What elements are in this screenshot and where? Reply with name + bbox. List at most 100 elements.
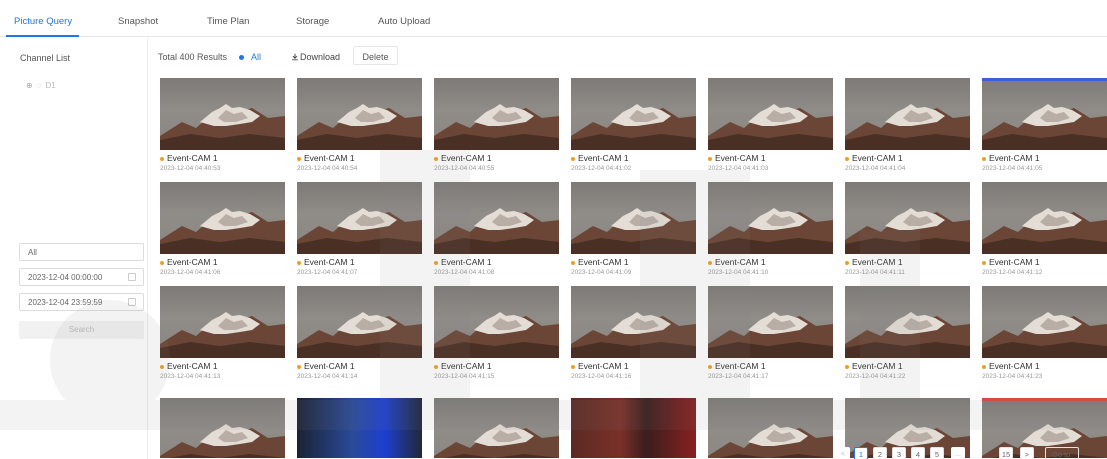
picture-thumbnail[interactable]: [297, 182, 422, 254]
picture-thumbnail[interactable]: [571, 182, 696, 254]
picture-thumbnail[interactable]: [160, 78, 285, 150]
picture-card[interactable]: Event-CAM 1 2023-12-04 04:41:15: [434, 286, 559, 386]
picture-card[interactable]: Event-CAM 1 2023-12-04 04:41:07: [297, 182, 422, 282]
picture-thumbnail[interactable]: [297, 398, 422, 458]
picture-card[interactable]: Event-CAM 1 2023-12-04 04:41:11: [845, 182, 970, 282]
picture-card[interactable]: Event-CAM 1 2023-12-04 04:41:09: [571, 182, 696, 282]
search-button[interactable]: Search: [19, 321, 144, 339]
picture-card[interactable]: Event-CAM 1 2023-12-04 04:41:04: [845, 78, 970, 178]
picture-card[interactable]: [297, 398, 422, 458]
picture-card[interactable]: Event-CAM 1 2023-12-04 04:41:22: [845, 286, 970, 386]
picture-thumbnail[interactable]: [434, 78, 559, 150]
mountain-scene-icon: [982, 208, 1107, 254]
picture-thumbnail[interactable]: [708, 286, 833, 358]
prev-page-button[interactable]: <: [836, 447, 850, 459]
picture-card[interactable]: Event-CAM 1 2023-12-04 04:41:05: [982, 78, 1107, 178]
picture-card[interactable]: [571, 398, 696, 458]
picture-event-text: Event-CAM 1: [167, 257, 218, 267]
mountain-scene-icon: [845, 104, 970, 150]
picture-thumbnail[interactable]: [571, 286, 696, 358]
picture-thumbnail[interactable]: [708, 78, 833, 150]
tab-auto-upload[interactable]: Auto Upload: [378, 16, 430, 27]
tab-time-plan[interactable]: Time Plan: [207, 16, 249, 27]
picture-thumbnail[interactable]: [708, 182, 833, 254]
picture-card[interactable]: Event-CAM 1 2023-12-04 04:40:53: [160, 78, 285, 178]
picture-event-text: Event-CAM 1: [441, 153, 492, 163]
end-time-value: 2023-12-04 23:59:59: [28, 298, 103, 307]
top-tab-bar: Picture Query Snapshot Time Plan Storage…: [0, 0, 1107, 37]
event-dot-icon: [434, 156, 438, 161]
event-dot-icon: [708, 364, 712, 369]
channel-tree-label: D1: [45, 81, 56, 90]
picture-card[interactable]: Event-CAM 1 2023-12-04 04:40:55: [434, 78, 559, 178]
picture-card[interactable]: [160, 398, 285, 458]
picture-card[interactable]: Event-CAM 1 2023-12-04 04:41:13: [160, 286, 285, 386]
picture-thumbnail[interactable]: [982, 78, 1107, 150]
end-time-input[interactable]: 2023-12-04 23:59:59: [19, 293, 144, 311]
page-5-button[interactable]: 5: [930, 447, 944, 459]
picture-card[interactable]: Event-CAM 1 2023-12-04 04:41:10: [708, 182, 833, 282]
page-2-button[interactable]: 2: [873, 447, 887, 459]
picture-card[interactable]: Event-CAM 1 2023-12-04 04:41:23: [982, 286, 1107, 386]
picture-card[interactable]: Event-CAM 1 2023-12-04 04:41:03: [708, 78, 833, 178]
next-page-button[interactable]: >: [1020, 447, 1034, 459]
picture-thumbnail[interactable]: [434, 182, 559, 254]
picture-thumbnail[interactable]: [434, 398, 559, 458]
expand-icon[interactable]: ⊕: [26, 81, 33, 90]
picture-event-label: Event-CAM 1: [434, 257, 492, 267]
picture-thumbnail[interactable]: [845, 286, 970, 358]
picture-event-label: Event-CAM 1: [571, 257, 629, 267]
picture-thumbnail[interactable]: [982, 286, 1107, 358]
picture-card[interactable]: Event-CAM 1 2023-12-04 04:41:08: [434, 182, 559, 282]
picture-thumbnail[interactable]: [571, 398, 696, 458]
page-1-button[interactable]: 1: [854, 447, 868, 459]
picture-timestamp: 2023-12-04 04:41:12: [982, 269, 1043, 276]
tab-picture-query[interactable]: Picture Query: [14, 16, 72, 27]
picture-event-label: Event-CAM 1: [297, 257, 355, 267]
calendar-icon[interactable]: [128, 298, 136, 306]
filter-all-radio[interactable]: All: [239, 52, 261, 62]
picture-thumbnail[interactable]: [297, 286, 422, 358]
tab-snapshot[interactable]: Snapshot: [118, 16, 158, 27]
page-3-button[interactable]: 3: [892, 447, 906, 459]
start-time-input[interactable]: 2023-12-04 00:00:00: [19, 268, 144, 286]
picture-thumbnail[interactable]: [297, 78, 422, 150]
picture-card[interactable]: Event-CAM 1 2023-12-04 04:41:02: [571, 78, 696, 178]
picture-thumbnail[interactable]: [571, 78, 696, 150]
picture-card[interactable]: Event-CAM 1 2023-12-04 04:41:17: [708, 286, 833, 386]
mountain-scene-icon: [434, 312, 559, 358]
calendar-icon[interactable]: [128, 273, 136, 281]
page-last-button[interactable]: 15: [999, 447, 1013, 459]
channel-tree-item[interactable]: ⊕ ◌ D1: [26, 81, 56, 90]
event-dot-icon: [845, 364, 849, 369]
picture-thumbnail[interactable]: [160, 398, 285, 458]
delete-button[interactable]: Delete: [353, 46, 398, 65]
picture-card[interactable]: Event-CAM 1 2023-12-04 04:41:14: [297, 286, 422, 386]
picture-card[interactable]: Event-CAM 1 2023-12-04 04:40:54: [297, 78, 422, 178]
picture-card[interactable]: Event-CAM 1 2023-12-04 04:41:12: [982, 182, 1107, 282]
picture-timestamp: 2023-12-04 04:40:55: [434, 165, 495, 172]
mountain-scene-icon: [434, 104, 559, 150]
picture-card[interactable]: [434, 398, 559, 458]
event-dot-icon: [160, 156, 164, 161]
picture-card[interactable]: [708, 398, 833, 458]
picture-thumbnail[interactable]: [845, 182, 970, 254]
picture-thumbnail[interactable]: [845, 78, 970, 150]
picture-event-text: Event-CAM 1: [304, 257, 355, 267]
picture-card[interactable]: Event-CAM 1 2023-12-04 04:41:16: [571, 286, 696, 386]
picture-thumbnail[interactable]: [708, 398, 833, 458]
download-button[interactable]: Download: [291, 52, 340, 62]
event-type-select[interactable]: All: [19, 243, 144, 261]
picture-card[interactable]: Event-CAM 1 2023-12-04 04:41:06: [160, 182, 285, 282]
picture-thumbnail[interactable]: [434, 286, 559, 358]
event-dot-icon: [571, 364, 575, 369]
picture-thumbnail[interactable]: [160, 182, 285, 254]
page-4-button[interactable]: 4: [911, 447, 925, 459]
picture-thumbnail[interactable]: [982, 182, 1107, 254]
event-dot-icon: [434, 364, 438, 369]
tab-storage[interactable]: Storage: [296, 16, 329, 27]
event-dot-icon: [982, 156, 986, 161]
picture-thumbnail[interactable]: [160, 286, 285, 358]
goto-page-input[interactable]: Go to: [1045, 447, 1079, 459]
picture-timestamp: 2023-12-04 04:41:08: [434, 269, 495, 276]
